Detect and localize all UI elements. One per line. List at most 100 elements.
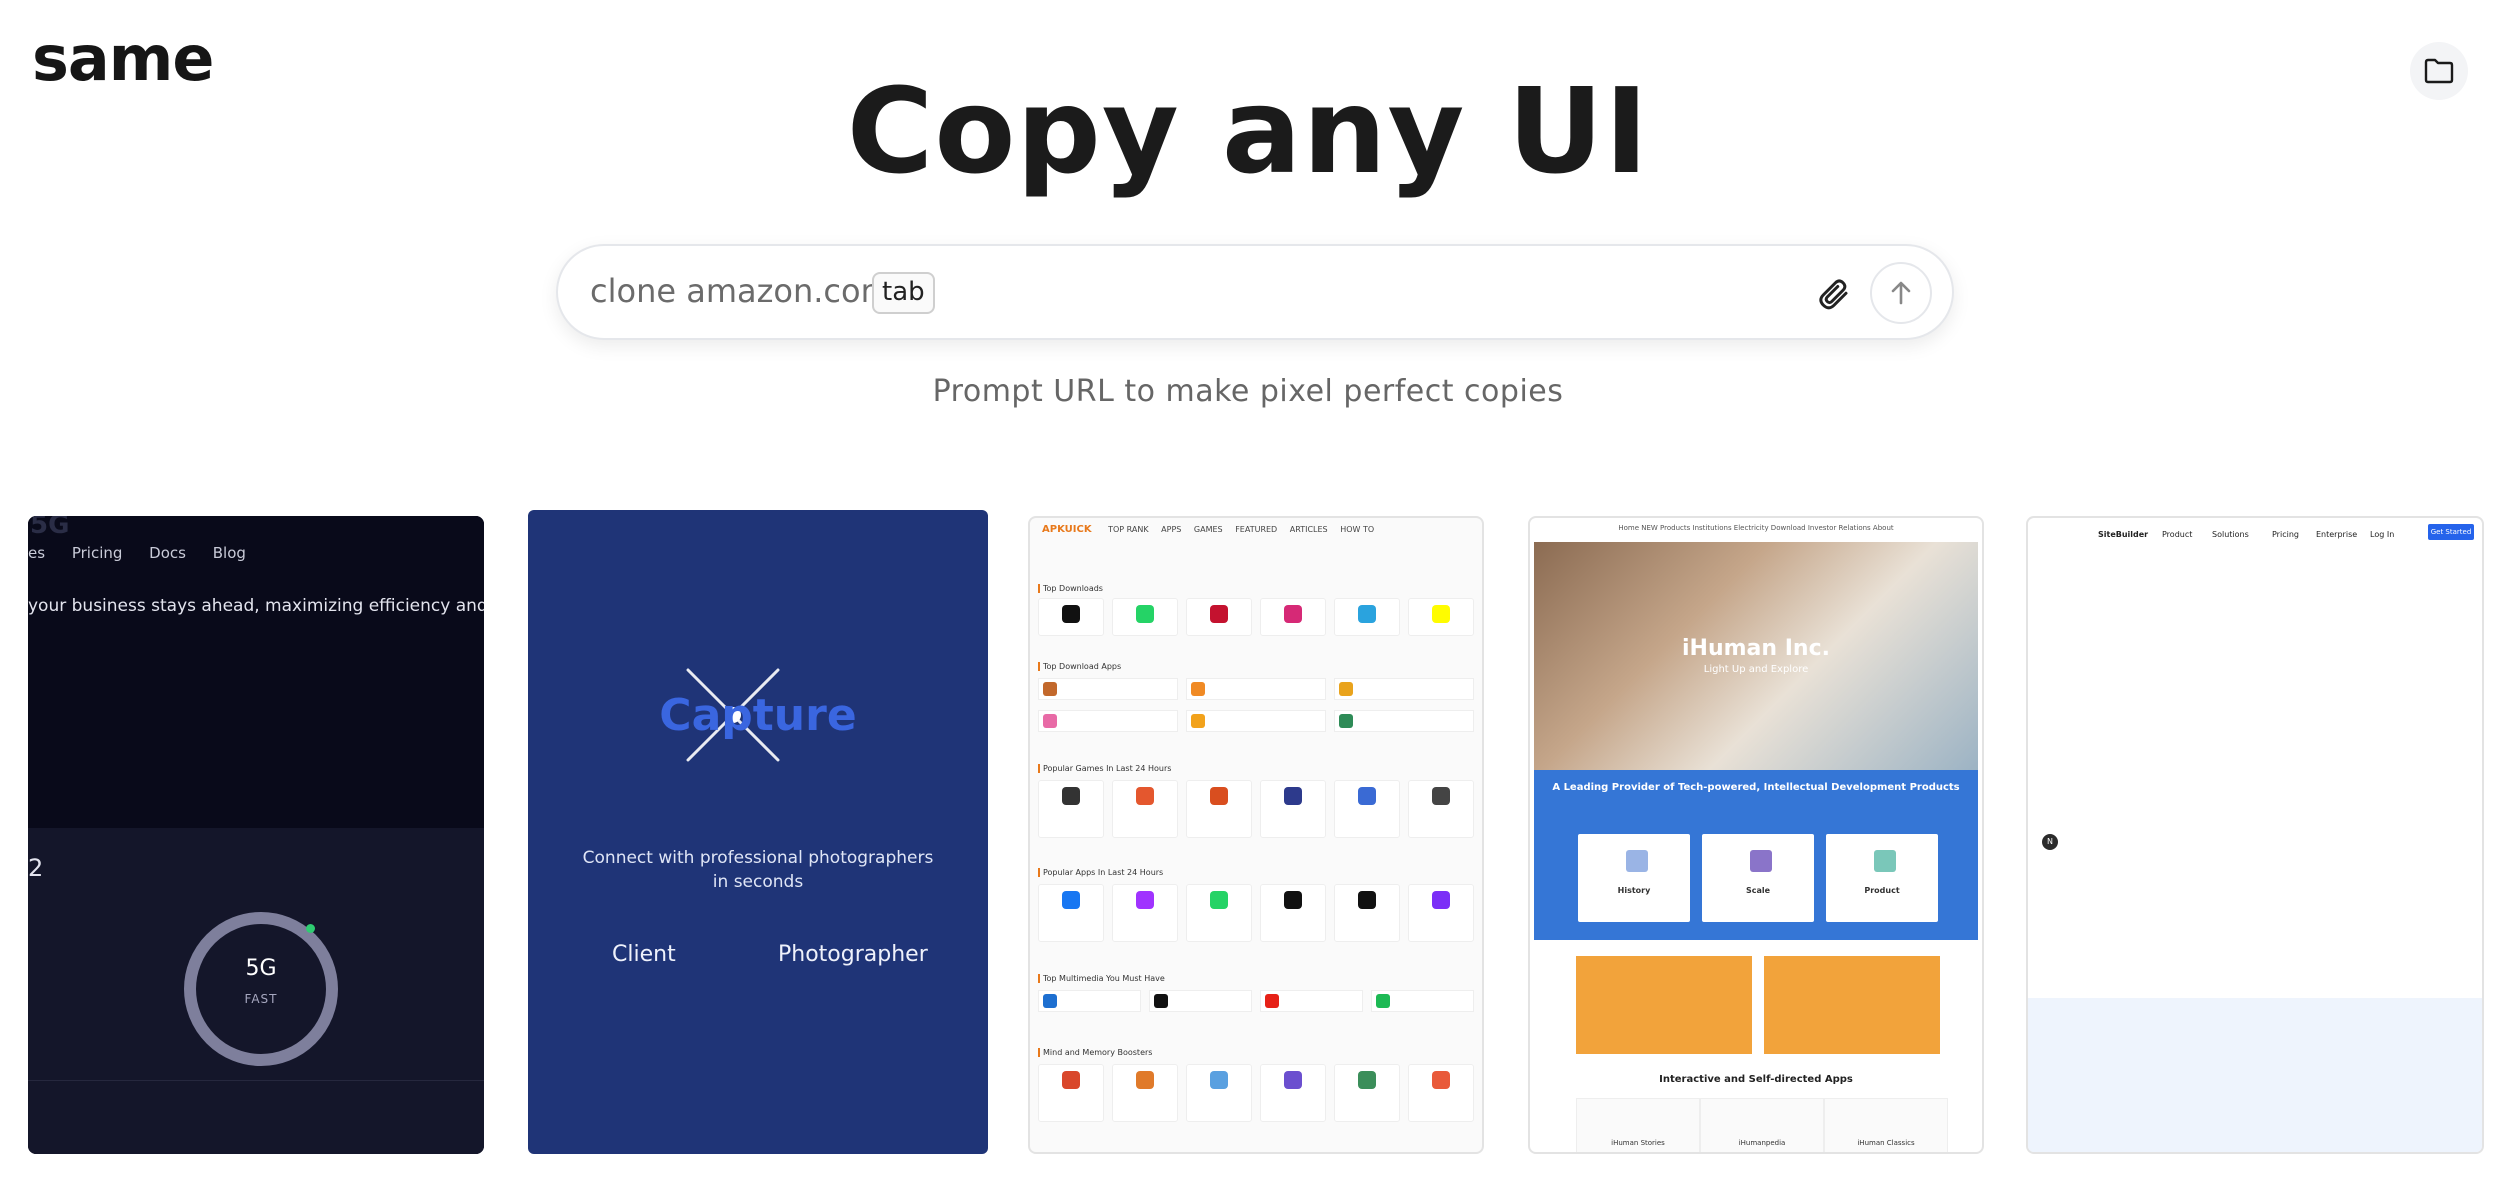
side-number: 2 <box>28 854 44 882</box>
nav-item: Log In <box>2370 530 2395 539</box>
app-tile <box>1334 598 1400 636</box>
nav-item: FEATURED <box>1235 525 1278 534</box>
app-tile <box>1334 1064 1400 1122</box>
arrow-up-icon <box>1891 281 1911 305</box>
footer-band <box>2028 998 2482 1152</box>
app-row <box>1038 780 1474 838</box>
app-list-row <box>1038 710 1474 732</box>
hero-subtitle: Light Up and Explore <box>1703 664 1809 675</box>
section-title: Top Downloads <box>1038 584 1103 593</box>
app-tile: iHuman Classics <box>1824 1098 1948 1152</box>
avatar: N <box>2042 834 2058 850</box>
app-tile <box>1408 884 1474 942</box>
nav-item: Enterprise <box>2316 530 2358 539</box>
nav-item: Blog <box>212 544 246 562</box>
app-list-row <box>1038 990 1474 1012</box>
subtitle: Prompt URL to make pixel perfect copies <box>932 374 1564 409</box>
nav-item: ARTICLES <box>1289 525 1328 534</box>
app-tile <box>1408 780 1474 838</box>
hero-title: iHuman Inc. <box>1682 636 1830 661</box>
app-row <box>1038 884 1474 942</box>
nav-item: APPS <box>1161 525 1182 534</box>
app-tile <box>1186 598 1252 636</box>
app-tile <box>1038 1064 1104 1122</box>
app-tile <box>1112 780 1178 838</box>
app-label: iHumanpedia <box>1738 1139 1786 1147</box>
product-icon <box>1874 850 1896 872</box>
app-tile: iHumanpedia <box>1700 1098 1824 1152</box>
example-card-ihuman[interactable]: Home NEW Products Institutions Electrici… <box>1528 516 1984 1154</box>
app-tile <box>1112 598 1178 636</box>
prompt-input[interactable]: clone amazon.com <box>590 272 892 310</box>
promo-card <box>1576 956 1752 1054</box>
history-icon <box>1626 850 1648 872</box>
card-logo: SiteBuilder <box>2098 530 2149 539</box>
send-button[interactable] <box>1870 262 1932 324</box>
feature-label: History <box>1617 886 1651 895</box>
app-item <box>1334 678 1474 700</box>
app-item <box>1038 678 1178 700</box>
app-tile <box>1038 780 1104 838</box>
app-list-row <box>1038 678 1474 700</box>
section-title: Popular Games In Last 24 Hours <box>1038 764 1171 773</box>
app-tile <box>1112 1064 1178 1122</box>
example-card-5g[interactable]: 5G es Pricing Docs Blog your business st… <box>28 516 484 1154</box>
section-title: Popular Apps In Last 24 Hours <box>1038 868 1163 877</box>
app-label: iHuman Classics <box>1857 1139 1915 1147</box>
app-tile: iHuman Stories <box>1576 1098 1700 1152</box>
app-tile <box>1260 780 1326 838</box>
card-nav: Home NEW Products Institutions Electrici… <box>1618 524 1894 532</box>
app-tile <box>1038 598 1104 636</box>
nav-item: GAMES <box>1193 525 1223 534</box>
app-item <box>1186 710 1326 732</box>
card-tagline: your business stays ahead, maximizing ef… <box>28 596 484 616</box>
paperclip-icon[interactable] <box>1816 276 1852 312</box>
example-card-capture[interactable]: Capture Connect with professional photog… <box>528 510 988 1154</box>
app-row <box>1038 1064 1474 1122</box>
nav-item: Pricing <box>71 544 123 562</box>
promo-card <box>1764 956 1940 1054</box>
section-title: A Leading Provider of Tech-powered, Inte… <box>1552 782 1960 793</box>
app-item <box>1038 710 1178 732</box>
nav-item: TOP RANK <box>1108 525 1149 534</box>
app-item <box>1260 990 1363 1012</box>
card-description: Connect with professional photographers … <box>582 848 934 892</box>
status-dot <box>306 924 315 933</box>
photographer-option: Photographer <box>778 942 928 967</box>
app-tile <box>1186 884 1252 942</box>
nav-item: Docs <box>149 544 186 562</box>
nav-item: Pricing <box>2272 530 2299 539</box>
app-item <box>1038 990 1141 1012</box>
app-row <box>1038 598 1474 636</box>
app-tile <box>1038 884 1104 942</box>
card-top <box>28 516 484 828</box>
nav-item: es <box>28 544 46 562</box>
app-tile <box>1408 1064 1474 1122</box>
section-title: Top Download Apps <box>1038 662 1121 671</box>
card-logo: APKUICK <box>1042 524 1092 535</box>
section-title: Mind and Memory Boosters <box>1038 1048 1152 1057</box>
ghost-text: 5G <box>30 516 70 540</box>
app-tile <box>1186 1064 1252 1122</box>
example-card-sitebuilder[interactable]: SiteBuilder Product Solutions Pricing En… <box>2026 516 2484 1154</box>
section-title: Top Multimedia You Must Have <box>1038 974 1165 983</box>
app-item <box>1149 990 1252 1012</box>
nav-item: Solutions <box>2212 530 2249 539</box>
feature-box: History <box>1578 834 1690 922</box>
app-tile <box>1408 598 1474 636</box>
app-tile <box>1186 780 1252 838</box>
prompt-box[interactable]: clone amazon.com tab <box>556 244 1954 340</box>
app-item <box>1186 678 1326 700</box>
feature-box: Scale <box>1702 834 1814 922</box>
app-item <box>1371 990 1474 1012</box>
app-tile <box>1334 780 1400 838</box>
app-tile <box>1260 1064 1326 1122</box>
example-card-apkuick[interactable]: APKUICK TOP RANK APPS GAMES FEATURED ART… <box>1028 516 1484 1154</box>
nav-item: Product <box>2162 530 2193 539</box>
hero-image: iHuman Inc. Light Up and Explore <box>1534 542 1978 770</box>
gauge-sub: FAST <box>244 992 278 1006</box>
app-tile <box>1260 884 1326 942</box>
scale-icon <box>1750 850 1772 872</box>
app-tile <box>1334 884 1400 942</box>
tab-hint-badge: tab <box>872 272 935 314</box>
